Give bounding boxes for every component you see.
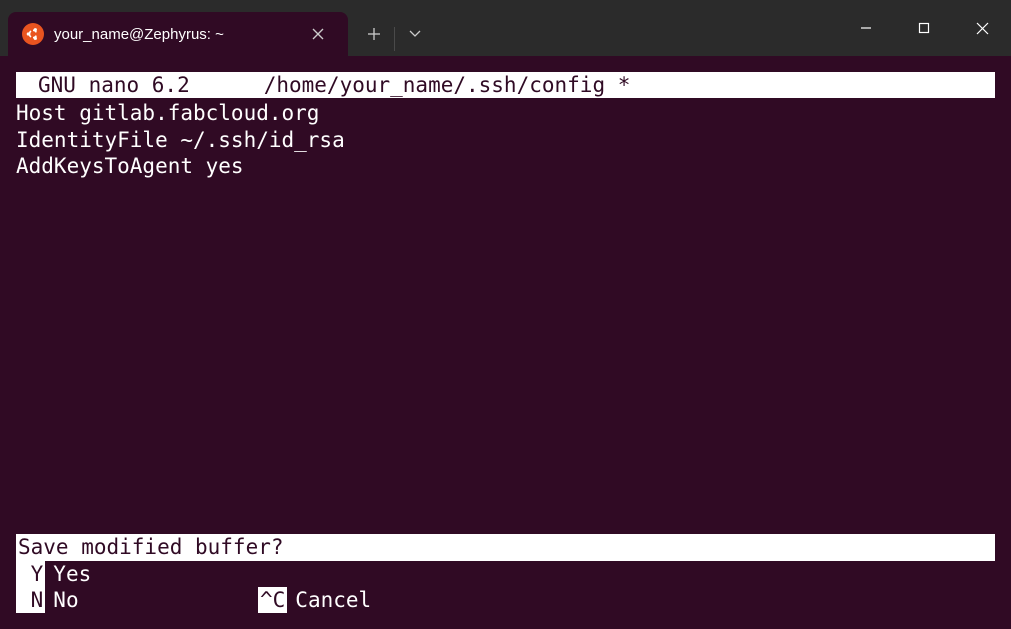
dropdown-button[interactable] xyxy=(395,12,435,56)
close-icon xyxy=(976,22,989,35)
nano-statusbar: Save modified buffer? Y Yes N No ^C Canc… xyxy=(16,534,995,613)
shortcut-cancel[interactable]: ^C Cancel xyxy=(258,587,995,613)
content-line: AddKeysToAgent yes xyxy=(16,154,244,178)
chevron-down-icon xyxy=(409,30,421,38)
save-prompt: Save modified buffer? xyxy=(16,534,995,560)
tab-controls xyxy=(354,0,435,56)
shortcut-no[interactable]: N No xyxy=(16,587,258,613)
close-icon xyxy=(312,28,324,40)
shortcut-label: Yes xyxy=(45,561,91,587)
shortcut-row-2: N No ^C Cancel xyxy=(16,587,995,613)
maximize-icon xyxy=(918,22,930,34)
shortcut-label: No xyxy=(45,587,78,613)
maximize-button[interactable] xyxy=(895,0,953,56)
shortcut-label: Cancel xyxy=(287,587,371,613)
nano-header: GNU nano 6.2 /home/your_name/.ssh/config… xyxy=(16,72,995,98)
shortcut-key: N xyxy=(16,587,45,613)
content-line: Host gitlab.fabcloud.org xyxy=(16,101,319,125)
tab-title: your_name@Zephyrus: ~ xyxy=(54,26,296,43)
titlebar: your_name@Zephyrus: ~ xyxy=(0,0,1011,56)
minimize-button[interactable] xyxy=(837,0,895,56)
window-controls xyxy=(837,0,1011,56)
terminal-tab[interactable]: your_name@Zephyrus: ~ xyxy=(8,12,348,56)
file-content: Host gitlab.fabcloud.org IdentityFile ~/… xyxy=(16,100,995,179)
plus-icon xyxy=(367,27,381,41)
ubuntu-icon xyxy=(22,23,44,45)
close-window-button[interactable] xyxy=(953,0,1011,56)
shortcut-row-1: Y Yes xyxy=(16,561,995,587)
shortcut-key: Y xyxy=(16,561,45,587)
shortcut-yes[interactable]: Y Yes xyxy=(16,561,258,587)
content-line: IdentityFile ~/.ssh/id_rsa xyxy=(16,128,345,152)
nano-app-name: GNU nano 6.2 xyxy=(18,72,190,98)
nano-file-path: /home/your_name/.ssh/config * xyxy=(190,72,631,98)
close-tab-button[interactable] xyxy=(306,22,330,46)
shortcut-key: ^C xyxy=(258,587,287,613)
tab-area: your_name@Zephyrus: ~ xyxy=(0,0,837,56)
new-tab-button[interactable] xyxy=(354,12,394,56)
terminal-body[interactable]: GNU nano 6.2 /home/your_name/.ssh/config… xyxy=(0,56,1011,629)
minimize-icon xyxy=(860,22,872,34)
